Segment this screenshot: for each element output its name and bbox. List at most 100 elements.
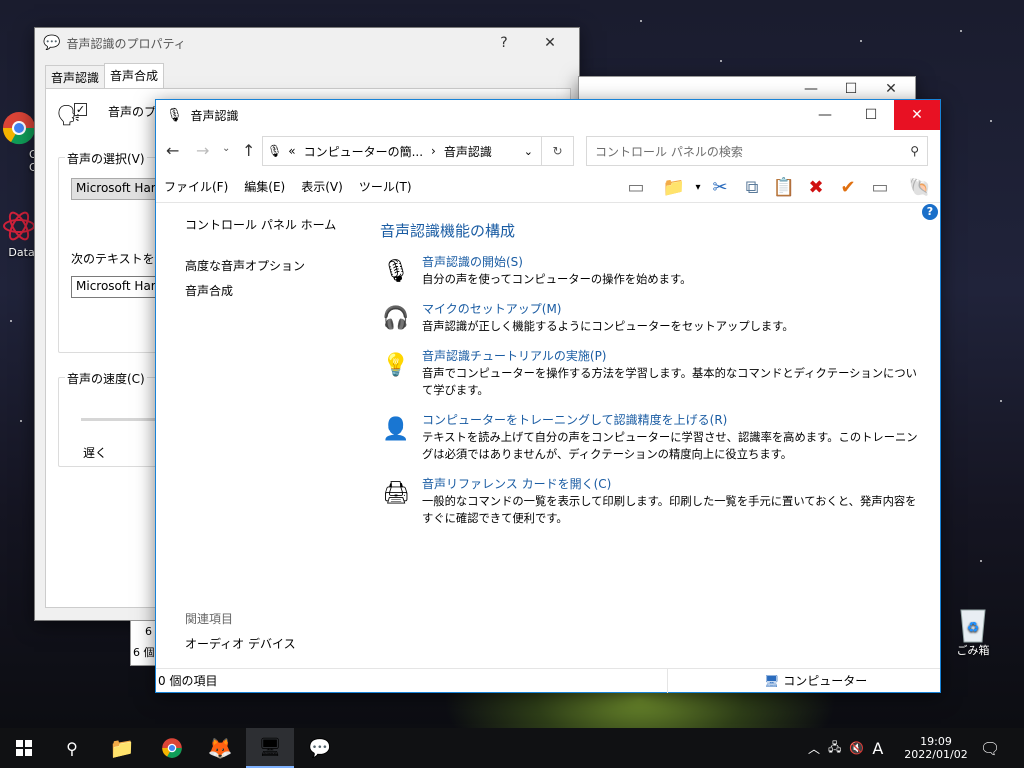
chevron-up-icon[interactable]: ︿ (808, 740, 820, 757)
task-description: 一般的なコマンドの一覧を表示して印刷します。印刷した一覧を手元に置いておくと、発… (422, 495, 917, 525)
tab-text-to-speech[interactable]: 音声合成 (104, 63, 165, 89)
preview-pane-icon[interactable]: ▭ (622, 173, 650, 201)
recycle-bin[interactable]: ♻ ごみ箱 (938, 604, 1008, 658)
clock[interactable]: 19:09 2022/01/02 (904, 728, 968, 768)
svg-text:♻: ♻ (967, 620, 980, 636)
related-section: 関連項目 オーディオ デバイス (185, 610, 296, 652)
rename-icon[interactable]: ▭ (866, 173, 894, 201)
cut-icon[interactable]: ✂ (706, 173, 734, 201)
help-icon[interactable]: ? (922, 204, 938, 220)
menu-file[interactable]: ファイル(F) (156, 178, 236, 195)
nav-advanced-speech-options[interactable]: 高度な音声オプション (185, 257, 336, 274)
speech-recognition-window: 🎙 音声認識 — ☐ ✕ ← → ⌄ ↑ 🎙 « コンピューターの簡... › … (155, 99, 941, 693)
speed-group-label: 音声の速度(C) (65, 370, 147, 387)
delete-icon[interactable]: ✖ (802, 173, 830, 201)
address-bar[interactable]: 🎙 « コンピューターの簡... › 音声認識 ⌄ ↻ (262, 136, 574, 166)
system-tray: ︿ 🖧 🔇 A (808, 728, 883, 768)
ime-indicator[interactable]: A (872, 739, 883, 758)
mid-minimize-button[interactable]: — (791, 77, 831, 101)
shell-icon[interactable]: 🐚 (906, 173, 934, 201)
task-start-recognition: 🎙 音声認識の開始(S) 自分の声を使ってコンピューターの操作を始めます。 (380, 253, 925, 288)
task-training: 👤 コンピューターをトレーニングして認識精度を上げる(R) テキストを読み上げて… (380, 411, 925, 463)
microphone-icon: 🎙 (382, 258, 410, 284)
speech-properties-taskbar-icon[interactable]: 💬 (296, 728, 344, 768)
windows-icon (16, 740, 32, 756)
address-dropdown-icon[interactable]: ⌄ (524, 145, 533, 158)
nav-audio-devices[interactable]: オーディオ デバイス (185, 635, 296, 652)
clock-date: 2022/01/02 (904, 748, 968, 761)
breadcrumb-separator[interactable]: › (431, 144, 436, 158)
navigation-bar: ← → ⌄ ↑ 🎙 « コンピューターの簡... › 音声認識 ⌄ ↻ コントロ… (156, 131, 940, 171)
search-placeholder: コントロール パネルの検索 (595, 144, 743, 159)
close-button[interactable]: ✕ (894, 100, 940, 130)
link-setup-microphone[interactable]: マイクのセットアップ(M) (422, 300, 925, 318)
link-tutorial[interactable]: 音声認識チュートリアルの実施(P) (422, 347, 925, 365)
firefox-taskbar-icon[interactable]: 🦊 (196, 728, 244, 768)
properties-check-icon[interactable]: ✔ (834, 173, 862, 201)
link-training[interactable]: コンピューターをトレーニングして認識精度を上げる(R) (422, 411, 925, 429)
network-icon[interactable]: 🖧 (828, 738, 841, 759)
zone-label: コンピューター (783, 674, 868, 688)
clock-time: 19:09 (920, 735, 952, 748)
breadcrumb-ease-of-access[interactable]: コンピューターの簡... (304, 143, 423, 160)
voice-group-label: 音声の選択(V) (65, 150, 147, 167)
left-nav: コントロール パネル ホーム 高度な音声オプション 音声合成 (185, 216, 336, 307)
page-heading: 音声認識機能の構成 (380, 222, 516, 240)
menu-tools[interactable]: ツール(T) (351, 178, 420, 195)
refresh-icon[interactable]: ↻ (541, 137, 573, 165)
link-reference-card[interactable]: 音声リファレンス カードを開く(C) (422, 475, 925, 493)
breadcrumb-speech-recognition[interactable]: 音声認識 (444, 143, 492, 160)
file-explorer-icon[interactable]: 📁 (98, 728, 146, 768)
chrome-taskbar-icon[interactable] (148, 728, 196, 768)
desktop: Go Chr DataW ♻ ごみ箱 💬 音声認識のプロパティ ? ✕ 音声認識… (0, 0, 1024, 728)
dialog-title: 音声認識のプロパティ (66, 36, 186, 51)
nav-control-panel-home[interactable]: コントロール パネル ホーム (185, 216, 336, 233)
properties-checkbox[interactable]: ✓ (74, 103, 87, 116)
speech-control-panel-taskbar-icon[interactable]: 🖥 (246, 728, 294, 768)
taskbar: ⚲ 📁 🦊 🖥 💬 ︿ 🖧 🔇 A 19:09 2022/01/02 🗨 (0, 728, 1024, 768)
start-button[interactable] (0, 728, 48, 768)
task-description: 自分の声を使ってコンピューターの操作を始めます。 (422, 273, 692, 286)
maximize-button[interactable]: ☐ (848, 100, 894, 130)
copy-icon[interactable]: ⧉ (738, 173, 766, 201)
back-arrow-icon[interactable]: ← (166, 141, 179, 160)
chrome-icon (1, 110, 37, 146)
search-input[interactable]: コントロール パネルの検索 ⚲ (586, 136, 928, 166)
dialog-close-button[interactable]: ✕ (527, 28, 573, 58)
minimize-button[interactable]: — (802, 100, 848, 130)
mid-maximize-button[interactable]: ☐ (831, 77, 871, 101)
recent-chevron-icon[interactable]: ⌄ (222, 143, 230, 154)
address-overflow[interactable]: « (288, 144, 295, 158)
paste-icon[interactable]: 📋 (770, 173, 798, 201)
task-reference-card: 🖨 音声リファレンス カードを開く(C) 一般的なコマンドの一覧を表示して印刷し… (380, 475, 925, 527)
atom-icon (1, 208, 37, 244)
nav-text-to-speech[interactable]: 音声合成 (185, 282, 336, 299)
search-icon[interactable]: ⚲ (910, 144, 919, 158)
notification-icon[interactable]: 🗨 (980, 728, 1000, 768)
main-content: 音声認識機能の構成 🎙 音声認識の開始(S) 自分の声を使ってコンピューターの操… (380, 220, 925, 539)
microphone-address-icon: 🎙 (267, 144, 283, 158)
speech-properties-icon: 💬 (43, 35, 61, 51)
printer-icon: 🖨 (382, 480, 410, 506)
help-button[interactable]: ? (481, 28, 527, 58)
user-training-icon: 👤 (382, 416, 410, 442)
computer-icon: 🖥 (764, 673, 780, 688)
recycle-bin-icon: ♻ (955, 604, 991, 643)
task-description: 音声認識が正しく機能するようにコンピューターをセットアップします。 (422, 320, 794, 333)
dialog-titlebar: 💬 音声認識のプロパティ ? ✕ (35, 28, 579, 58)
main-titlebar: 🎙 音声認識 — ☐ ✕ (156, 100, 940, 130)
headset-icon: 🎧 (382, 305, 410, 331)
up-arrow-icon[interactable]: ↑ (242, 141, 255, 160)
menu-view[interactable]: 表示(V) (293, 178, 351, 195)
menu-edit[interactable]: 編集(E) (236, 178, 293, 195)
link-start-recognition[interactable]: 音声認識の開始(S) (422, 253, 925, 271)
speed-slow-label: 遅く (83, 446, 108, 460)
forward-arrow-icon[interactable]: → (196, 141, 209, 160)
mid-close-button[interactable]: ✕ (871, 77, 911, 101)
menu-bar: ファイル(F) 編集(E) 表示(V) ツール(T) ▭ 📁 ▾ ✂ ⧉ 📋 ✖… (156, 171, 940, 203)
lightbulb-icon: 💡 (382, 352, 410, 378)
window-title: 音声認識 (190, 108, 239, 123)
volume-muted-icon[interactable]: 🔇 (849, 741, 864, 755)
task-description: テキストを読み上げて自分の声をコンピューターに学習させ、認識率を高めます。このト… (422, 431, 918, 461)
search-taskbar-icon[interactable]: ⚲ (48, 728, 96, 768)
